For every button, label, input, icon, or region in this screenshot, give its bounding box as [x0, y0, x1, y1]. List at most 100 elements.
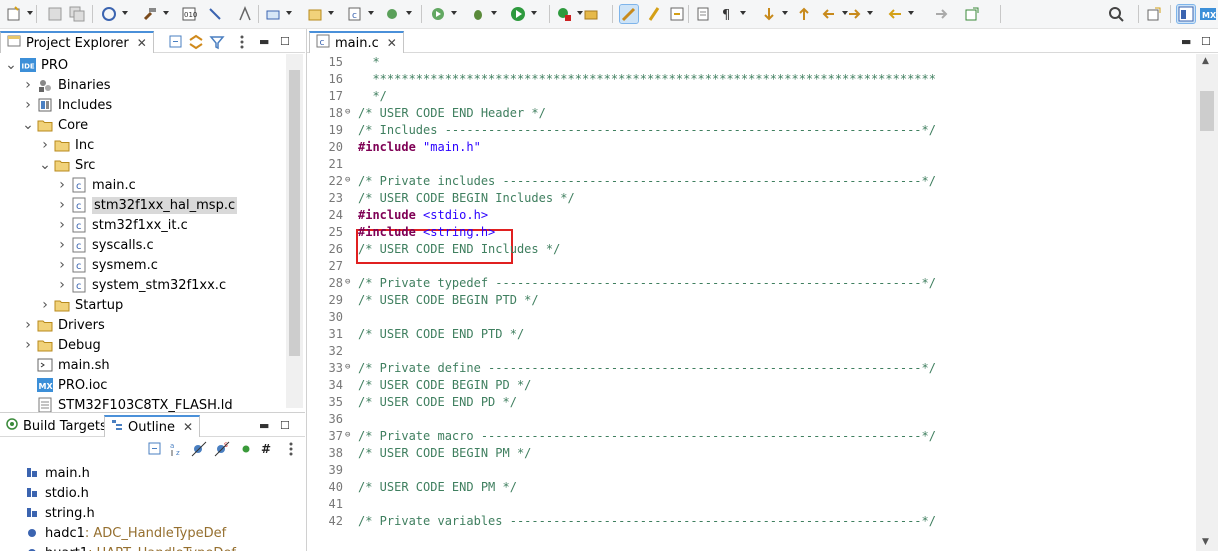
- tree-item[interactable]: main.sh: [22, 355, 110, 375]
- chevron-right-icon[interactable]: ›: [22, 77, 34, 93]
- close-icon[interactable]: ✕: [387, 36, 397, 50]
- bug-target-icon[interactable]: [236, 5, 254, 23]
- fold-toggle-icon[interactable]: ⊖: [345, 277, 350, 287]
- last-edit-icon[interactable]: [760, 5, 778, 23]
- outline-item[interactable]: main.h: [24, 463, 90, 483]
- tree-item[interactable]: ⌄ IDE PRO: [5, 55, 68, 75]
- open-perspective-icon[interactable]: [963, 5, 981, 23]
- chevron-right-icon[interactable]: ›: [56, 237, 68, 253]
- chevron-right-icon[interactable]: ›: [56, 197, 68, 213]
- outline-item[interactable]: string.h: [24, 503, 95, 523]
- chevron-down-icon[interactable]: [406, 11, 412, 15]
- chevron-right-icon[interactable]: ›: [56, 217, 68, 233]
- chevron-down-icon[interactable]: [163, 11, 169, 15]
- open-perspective-icon[interactable]: [1145, 5, 1163, 23]
- tree-item[interactable]: › Debug: [22, 335, 101, 355]
- chevron-down-icon[interactable]: [286, 11, 292, 15]
- chevron-right-icon[interactable]: ›: [22, 317, 34, 333]
- chevron-right-icon[interactable]: ›: [22, 97, 34, 113]
- chevron-down-icon[interactable]: [122, 11, 128, 15]
- chevron-right-icon[interactable]: ›: [56, 277, 68, 293]
- hide-static-icon[interactable]: S: [213, 440, 230, 457]
- close-icon[interactable]: ✕: [137, 36, 147, 50]
- chevron-down-icon[interactable]: [451, 11, 457, 15]
- maximize-icon[interactable]: ☐: [280, 419, 290, 432]
- scrollbar-thumb[interactable]: [1200, 91, 1214, 131]
- mx-perspective-icon[interactable]: MX: [1199, 5, 1217, 23]
- new-icon[interactable]: [5, 5, 23, 23]
- chevron-right-icon[interactable]: ›: [56, 177, 68, 193]
- tree-item[interactable]: › c syscalls.c: [56, 235, 153, 255]
- editor-scrollbar[interactable]: ▲ ▼: [1196, 54, 1218, 551]
- chevron-down-icon[interactable]: [368, 11, 374, 15]
- build-icon[interactable]: [141, 5, 159, 23]
- sort-icon[interactable]: az: [168, 440, 184, 457]
- chevron-down-icon[interactable]: [867, 11, 873, 15]
- tree-item[interactable]: › c stm32f1xx_it.c: [56, 215, 188, 235]
- scrollbar-thumb[interactable]: [289, 70, 300, 356]
- minimize-icon[interactable]: ▬: [259, 35, 269, 48]
- link-editor-icon[interactable]: [187, 33, 205, 51]
- chevron-down-icon[interactable]: [531, 11, 537, 15]
- tree-item[interactable]: MX PRO.ioc: [22, 375, 107, 395]
- debug-config-icon[interactable]: [206, 5, 224, 23]
- filter-icon[interactable]: [208, 33, 226, 51]
- tree-item[interactable]: › Startup: [39, 295, 123, 315]
- fold-toggle-icon[interactable]: ⊖: [345, 107, 350, 117]
- chevron-right-icon[interactable]: ›: [39, 297, 51, 313]
- new-file-icon[interactable]: [429, 5, 447, 23]
- tree-item[interactable]: › Binaries: [22, 75, 110, 95]
- close-icon[interactable]: ✕: [183, 420, 193, 434]
- save-all-icon[interactable]: [68, 5, 86, 23]
- scroll-up-icon[interactable]: ▲: [1202, 56, 1209, 66]
- tab-build-targets[interactable]: Build Targets: [0, 415, 113, 437]
- chevron-down-icon[interactable]: ⌄: [39, 157, 51, 173]
- tree-item[interactable]: › c system_stm32f1xx.c: [56, 275, 226, 295]
- info-icon[interactable]: [886, 5, 904, 23]
- search-icon[interactable]: [1107, 5, 1125, 23]
- prev-annotation-icon[interactable]: ¶: [718, 5, 736, 23]
- hide-non-public-icon[interactable]: [237, 440, 253, 456]
- mark-occurrences-icon[interactable]: [619, 4, 639, 24]
- connect-icon[interactable]: [264, 5, 282, 23]
- hide-fields-icon[interactable]: [190, 440, 207, 457]
- pin-editor-icon[interactable]: [845, 5, 863, 23]
- chevron-down-icon[interactable]: [491, 11, 497, 15]
- show-whitespace-icon[interactable]: [668, 5, 686, 23]
- highlight-icon[interactable]: [645, 5, 663, 23]
- collapse-all-icon[interactable]: [146, 440, 162, 456]
- outline-item[interactable]: hadc1 : ADC_HandleTypeDef: [24, 523, 226, 543]
- minimize-icon[interactable]: ▬: [259, 419, 269, 432]
- maximize-icon[interactable]: ☐: [280, 35, 290, 48]
- tree-item[interactable]: › Drivers: [22, 315, 105, 335]
- chevron-right-icon[interactable]: ›: [39, 137, 51, 153]
- chevron-down-icon[interactable]: [328, 11, 334, 15]
- chevron-down-icon[interactable]: ⌄: [5, 57, 17, 73]
- collapse-all-icon[interactable]: [167, 33, 185, 51]
- new-c-project-icon[interactable]: [306, 5, 324, 23]
- minimize-icon[interactable]: ▬: [1181, 35, 1191, 48]
- forward-icon[interactable]: [820, 5, 838, 23]
- outline-item[interactable]: huart1 : UART_HandleTypeDef: [24, 543, 236, 551]
- next-annotation-icon[interactable]: [694, 5, 712, 23]
- view-menu-icon[interactable]: [233, 33, 251, 51]
- debug-icon[interactable]: [469, 5, 487, 23]
- tree-item[interactable]: › Inc: [39, 135, 94, 155]
- manage-config-icon[interactable]: [100, 5, 118, 23]
- open-type-icon[interactable]: c: [346, 5, 364, 23]
- tree-item[interactable]: › c stm32f1xx_hal_msp.c: [56, 195, 238, 215]
- tab-project-explorer[interactable]: Project Explorer ✕: [0, 31, 154, 53]
- chevron-down-icon[interactable]: ⌄: [22, 117, 34, 133]
- tab-outline[interactable]: Outline ✕: [104, 415, 201, 437]
- chevron-right-icon[interactable]: ›: [22, 337, 34, 353]
- cpp-perspective-icon[interactable]: [1176, 4, 1196, 24]
- tab-main-c[interactable]: c main.c ✕: [309, 31, 404, 53]
- chevron-right-icon[interactable]: ›: [56, 257, 68, 273]
- build-all-icon[interactable]: 010: [180, 5, 198, 23]
- back-icon[interactable]: [795, 5, 813, 23]
- search-right-icon[interactable]: [932, 5, 950, 23]
- chevron-down-icon[interactable]: [782, 11, 788, 15]
- new-c-class-icon[interactable]: [384, 5, 402, 23]
- run-icon[interactable]: [509, 5, 527, 23]
- save-icon[interactable]: [46, 5, 64, 23]
